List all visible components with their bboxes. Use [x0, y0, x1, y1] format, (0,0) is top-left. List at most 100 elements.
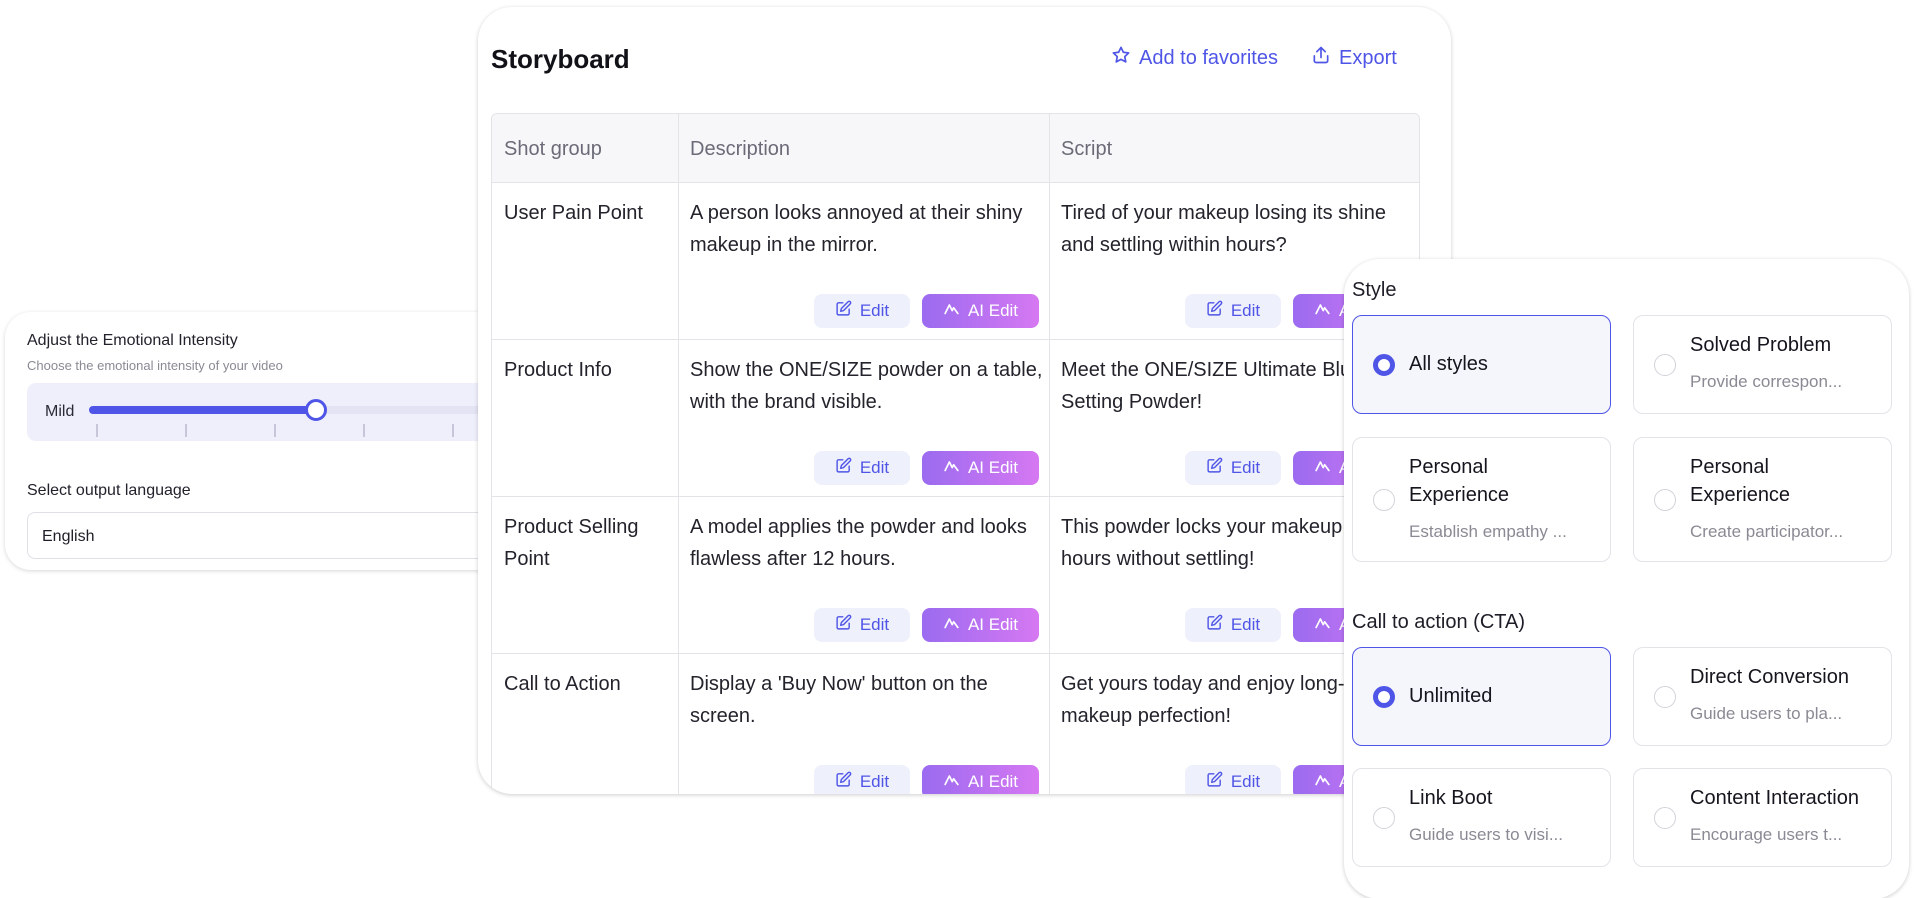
slider-tick — [363, 424, 365, 437]
radio-icon — [1654, 489, 1676, 511]
shot-group-cell: Product Selling Point — [504, 516, 639, 570]
slider-tick — [274, 424, 276, 437]
slider-fill — [89, 406, 316, 414]
radio-icon — [1654, 354, 1676, 376]
ai-edit-label: AI Edit — [967, 301, 1019, 320]
language-select[interactable]: English — [27, 512, 497, 559]
edit-label: Edit — [1230, 301, 1261, 320]
ai-edit-label: AI Edit — [967, 772, 1019, 791]
style-option-personal-experience[interactable]: Personal Experience Establish empathy ..… — [1352, 437, 1611, 562]
table-row: Product Selling Point A model applies th… — [492, 497, 1419, 654]
option-description: Provide correspon... — [1690, 372, 1843, 391]
radio-icon — [1654, 807, 1676, 829]
storyboard-card: Storyboard Add to favorites Export Shot … — [478, 7, 1451, 794]
language-value: English — [42, 528, 95, 545]
option-description: Guide users to pla... — [1690, 704, 1843, 723]
edit-icon — [1206, 300, 1223, 322]
ai-icon — [943, 614, 960, 636]
export-button[interactable]: Export — [1311, 45, 1397, 71]
shot-group-cell: Product Info — [504, 359, 612, 381]
edit-button[interactable]: Edit — [814, 765, 910, 794]
option-title: All styles — [1409, 353, 1488, 375]
header-description: Description — [690, 138, 791, 160]
emotion-title: Adjust the Emotional Intensity — [27, 332, 238, 349]
option-title: Personal Experience — [1690, 456, 1791, 506]
intensity-slider[interactable] — [89, 399, 509, 421]
option-description: Encourage users t... — [1690, 825, 1843, 844]
export-icon — [1311, 45, 1331, 71]
column-divider — [678, 114, 679, 794]
table-row: Call to Action Display a 'Buy Now' butto… — [492, 654, 1419, 794]
slider-thumb[interactable] — [304, 399, 327, 421]
storyboard-table: Shot group Description Script User Pain … — [491, 113, 1420, 794]
table-row: Product Info Show the ONE/SIZE powder on… — [492, 340, 1419, 497]
language-label: Select output language — [27, 482, 191, 499]
star-icon — [1111, 45, 1131, 71]
intensity-slider-box: Mild — [27, 383, 509, 441]
edit-icon — [835, 300, 852, 322]
edit-label: Edit — [859, 772, 890, 791]
option-title: Content Interaction — [1690, 787, 1859, 809]
edit-button[interactable]: Edit — [1185, 294, 1281, 328]
edit-label: Edit — [859, 301, 890, 320]
cta-option-content-interaction[interactable]: Content Interaction Encourage users t... — [1633, 768, 1892, 867]
ai-icon — [1314, 614, 1331, 636]
ai-edit-button[interactable]: AI Edit — [922, 765, 1039, 794]
option-title: Direct Conversion — [1690, 666, 1849, 688]
description-cell: A person looks annoyed at their shiny ma… — [690, 202, 1023, 256]
ai-icon — [943, 771, 960, 793]
emotion-subtitle: Choose the emotional intensity of your v… — [27, 358, 283, 373]
style-section-title: Style — [1352, 279, 1397, 301]
shot-group-cell: Call to Action — [504, 673, 621, 695]
ai-edit-label: AI Edit — [967, 458, 1019, 477]
style-panel: Style All styles Solved Problem Provide … — [1344, 259, 1909, 898]
description-cell: Display a 'Buy Now' button on the screen… — [690, 673, 988, 727]
edit-button[interactable]: Edit — [814, 608, 910, 642]
option-title: Unlimited — [1409, 685, 1493, 707]
ai-edit-button[interactable]: AI Edit — [922, 608, 1039, 642]
cta-option-link-boot[interactable]: Link Boot Guide users to visi... — [1352, 768, 1611, 867]
add-to-favorites-button[interactable]: Add to favorites — [1111, 45, 1278, 71]
option-description: Guide users to visi... — [1409, 825, 1564, 844]
add-to-favorites-label: Add to favorites — [1139, 46, 1278, 69]
header-script: Script — [1061, 138, 1113, 160]
table-header: Shot group Description Script — [492, 114, 1419, 183]
option-title: Personal Experience — [1409, 456, 1510, 506]
edit-button[interactable]: Edit — [814, 451, 910, 485]
edit-icon — [835, 771, 852, 793]
column-divider — [1049, 114, 1050, 794]
slider-label: Mild — [45, 403, 75, 420]
page-title: Storyboard — [491, 44, 630, 74]
style-option-solved-problem[interactable]: Solved Problem Provide correspon... — [1633, 315, 1892, 414]
option-description: Create participator... — [1690, 522, 1844, 541]
option-title: Solved Problem — [1690, 334, 1832, 356]
script-cell: Tired of your makeup losing its shine an… — [1061, 202, 1386, 256]
radio-icon — [1654, 686, 1676, 708]
edit-button[interactable]: Edit — [814, 294, 910, 328]
ai-edit-button[interactable]: AI Edit — [922, 294, 1039, 328]
edit-icon — [835, 614, 852, 636]
radio-icon — [1373, 489, 1395, 511]
edit-label: Edit — [859, 615, 890, 634]
radio-icon — [1373, 807, 1395, 829]
shot-group-cell: User Pain Point — [504, 202, 643, 224]
emotion-panel: Adjust the Emotional Intensity Choose th… — [5, 312, 525, 570]
edit-label: Edit — [1230, 615, 1261, 634]
edit-button[interactable]: Edit — [1185, 765, 1281, 794]
edit-button[interactable]: Edit — [1185, 608, 1281, 642]
ai-icon — [1314, 457, 1331, 479]
cta-option-direct-conversion[interactable]: Direct Conversion Guide users to pla... — [1633, 647, 1892, 746]
ai-edit-label: AI Edit — [967, 615, 1019, 634]
style-option-all-styles[interactable]: All styles — [1352, 315, 1611, 414]
edit-icon — [1206, 771, 1223, 793]
edit-label: Edit — [1230, 772, 1261, 791]
table-row: User Pain Point A person looks annoyed a… — [492, 183, 1419, 340]
ai-icon — [943, 300, 960, 322]
style-option-personal-experience-2[interactable]: Personal Experience Create participator.… — [1633, 437, 1892, 562]
cta-option-unlimited[interactable]: Unlimited — [1352, 647, 1611, 746]
option-title: Link Boot — [1409, 787, 1493, 809]
slider-tick — [452, 424, 454, 437]
edit-button[interactable]: Edit — [1185, 451, 1281, 485]
ai-edit-button[interactable]: AI Edit — [922, 451, 1039, 485]
radio-icon — [1373, 354, 1395, 376]
